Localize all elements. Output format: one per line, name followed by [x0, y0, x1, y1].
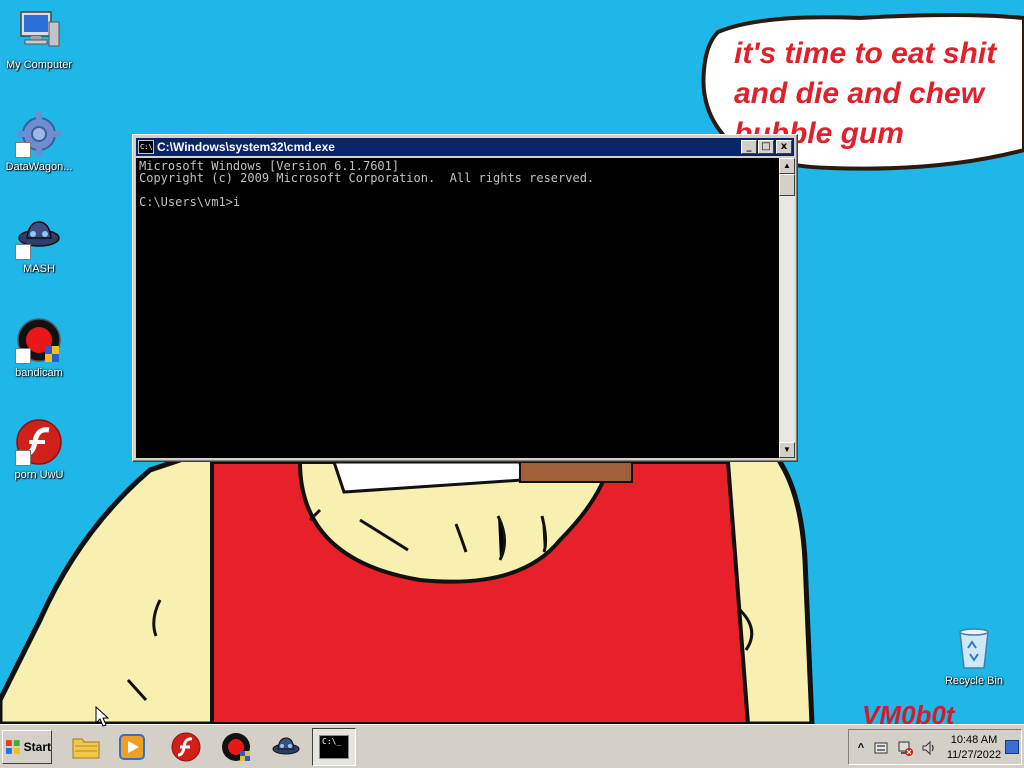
taskbar-item-flash[interactable]: [164, 728, 208, 766]
desktop-icon-mash[interactable]: MASH: [0, 212, 79, 276]
clock-date: 11/27/2022: [946, 749, 1002, 761]
mouse-cursor-icon: [95, 706, 109, 727]
taskbar-item-explorer[interactable]: [64, 728, 108, 766]
scroll-down-button[interactable]: ▼: [779, 442, 795, 458]
console-output: Microsoft Windows [Version 6.1.7601] Copy…: [136, 158, 779, 208]
window-titlebar[interactable]: C:\ C:\Windows\system32\cmd.exe _ □ x: [136, 138, 794, 156]
system-tray: ^ 10:48 AM 11/27/2022: [848, 729, 1022, 765]
shortcut-arrow-icon: [15, 244, 31, 260]
computer-icon: [20, 11, 60, 47]
flash-icon: [171, 732, 201, 762]
volume-icon[interactable]: [921, 740, 937, 756]
desktop-icon-label: porn UwU: [14, 469, 64, 481]
taskbar-item-mash[interactable]: [264, 728, 308, 766]
desktop-icon-label: MASH: [23, 263, 55, 275]
close-button[interactable]: x: [776, 140, 792, 154]
desktop-icon-label: My Computer: [5, 59, 73, 71]
start-button[interactable]: Start: [2, 730, 52, 764]
desktop-icon-recycle-bin[interactable]: Recycle Bin: [934, 624, 1014, 688]
cmd-icon[interactable]: C:\: [138, 140, 154, 154]
vertical-scrollbar[interactable]: ▲ ▼: [779, 158, 795, 458]
taskbar: Start C:\_ ^ 10:48 AM 11/27/2022: [0, 724, 1024, 768]
scroll-up-button[interactable]: ▲: [779, 158, 795, 174]
clock[interactable]: 10:48 AM 11/27/2022: [943, 733, 1005, 763]
console-line: C:\Users\vm1>i: [139, 195, 241, 209]
windows-logo-icon: [5, 740, 20, 754]
start-label: Start: [23, 740, 51, 754]
desktop-icon-label: Recycle Bin: [944, 675, 1004, 687]
mash-icon: [272, 737, 300, 755]
taskbar-item-media-player[interactable]: [110, 728, 154, 766]
console-area[interactable]: Microsoft Windows [Version 6.1.7601] Copy…: [136, 158, 779, 458]
desktop-icon-porn-uwu[interactable]: porn UwU: [0, 418, 79, 482]
clock-time: 10:48 AM: [950, 734, 998, 746]
show-hidden-icons-button[interactable]: ^: [853, 740, 869, 756]
desktop-icon-label: DataWagon...: [5, 161, 73, 173]
folder-icon: [72, 738, 100, 759]
desktop-icon-datawagon[interactable]: DataWagon...: [0, 110, 79, 174]
scroll-thumb[interactable]: [779, 174, 795, 196]
media-player-icon: [119, 734, 145, 760]
desktop-icon-bandicam[interactable]: bandicam: [0, 316, 79, 380]
console-line: Copyright (c) 2009 Microsoft Corporation…: [139, 171, 595, 185]
cmd-window[interactable]: C:\ C:\Windows\system32\cmd.exe _ □ x Mi…: [132, 134, 798, 462]
taskbar-item-bandicam[interactable]: [214, 728, 258, 766]
shortcut-arrow-icon: [15, 348, 31, 364]
recycle-bin-icon: [959, 628, 989, 669]
network-icon[interactable]: [897, 740, 913, 756]
bandicam-icon: [222, 733, 250, 761]
shortcut-arrow-icon: [15, 142, 31, 158]
desktop-icon-label: bandicam: [15, 367, 63, 379]
window-title: C:\Windows\system32\cmd.exe: [157, 140, 335, 154]
taskbar-item-cmd[interactable]: C:\_: [312, 728, 356, 766]
cmd-icon: C:\_: [319, 735, 349, 759]
minimize-button[interactable]: _: [741, 140, 757, 154]
show-desktop-button[interactable]: [1005, 740, 1019, 754]
shortcut-arrow-icon: [15, 450, 31, 466]
action-center-icon[interactable]: [873, 740, 889, 756]
maximize-button[interactable]: □: [758, 140, 774, 154]
desktop-icon-my-computer[interactable]: My Computer: [0, 8, 79, 72]
